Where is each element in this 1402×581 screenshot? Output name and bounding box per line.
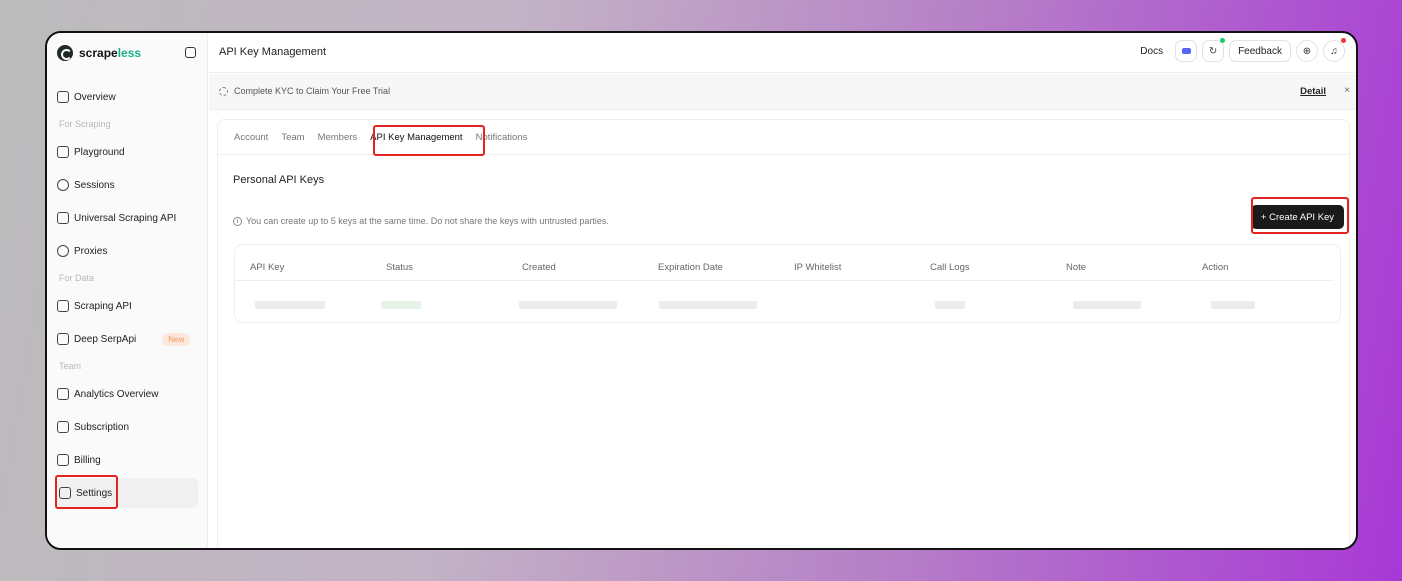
skeleton-note bbox=[1073, 301, 1141, 309]
tab-account[interactable]: Account bbox=[234, 132, 268, 143]
billing-icon bbox=[57, 454, 69, 466]
sidebar-item-label: Proxies bbox=[74, 245, 108, 257]
sidebar-item-label: Sessions bbox=[74, 179, 115, 191]
docs-link[interactable]: Docs bbox=[1140, 46, 1163, 57]
chart-icon bbox=[57, 388, 69, 400]
bell-icon: ♫ bbox=[1330, 45, 1338, 57]
sidebar-item-playground[interactable]: Playground bbox=[57, 141, 198, 163]
column-header: Created bbox=[522, 262, 556, 273]
brand-name: scrapeless bbox=[79, 46, 142, 60]
sidebar-item-label: Deep SerpApi bbox=[74, 333, 137, 345]
main-content: Account Team Members API Key Management … bbox=[217, 119, 1350, 548]
column-header: IP Whitelist bbox=[794, 262, 842, 273]
language-button[interactable]: ⊕ bbox=[1296, 40, 1318, 62]
logo[interactable]: scrapeless bbox=[57, 43, 198, 63]
sidebar: scrapeless Overview For Scraping Playgro… bbox=[47, 33, 208, 548]
section-for-scraping: For Scraping bbox=[59, 119, 111, 129]
skeleton-api-key bbox=[255, 301, 325, 309]
sidebar-collapse-icon[interactable] bbox=[185, 47, 196, 58]
kyc-banner: Complete KYC to Claim Your Free Trial De… bbox=[209, 74, 1356, 110]
scraping-api-icon bbox=[57, 300, 69, 312]
sidebar-item-scraping-api[interactable]: Scraping API bbox=[57, 295, 198, 317]
tab-members[interactable]: Members bbox=[318, 132, 358, 143]
column-header: Call Logs bbox=[930, 262, 970, 273]
top-bar: API Key Management Docs ↻ Feedback ⊕ ♫ bbox=[209, 33, 1356, 73]
app-window: scrapeless Overview For Scraping Playgro… bbox=[45, 31, 1358, 550]
close-icon[interactable]: × bbox=[1344, 85, 1350, 96]
column-header: Action bbox=[1202, 262, 1229, 273]
skeleton-status bbox=[381, 301, 421, 309]
badge-icon bbox=[219, 86, 228, 96]
section-team: Team bbox=[59, 361, 82, 371]
feedback-button[interactable]: Feedback bbox=[1229, 40, 1291, 62]
support-button[interactable]: ↻ bbox=[1202, 38, 1226, 62]
api-keys-table: API Key Status Created Expiration Date I… bbox=[234, 244, 1341, 323]
sidebar-item-subscription[interactable]: Subscription bbox=[57, 416, 198, 438]
sidebar-item-billing[interactable]: Billing bbox=[57, 449, 198, 471]
page-title: API Key Management bbox=[219, 46, 327, 58]
sidebar-item-label: Scraping API bbox=[74, 300, 132, 312]
info-message: i You can create up to 5 keys at the sam… bbox=[233, 216, 609, 226]
section-for-data: For Data bbox=[59, 273, 95, 283]
sidebar-item-analytics-overview[interactable]: Analytics Overview bbox=[57, 383, 198, 405]
sidebar-item-label: Playground bbox=[74, 146, 125, 158]
sidebar-item-sessions[interactable]: Sessions bbox=[57, 174, 198, 196]
skeleton-expiration bbox=[659, 301, 757, 309]
sidebar-item-label: Analytics Overview bbox=[74, 388, 159, 400]
online-indicator bbox=[1220, 38, 1226, 43]
subscription-icon bbox=[57, 421, 69, 433]
table-divider bbox=[235, 280, 1334, 281]
highlight-box-settings bbox=[55, 475, 118, 509]
skeleton-created bbox=[519, 301, 617, 309]
detail-link[interactable]: Detail bbox=[1300, 86, 1326, 97]
sidebar-item-label: Subscription bbox=[74, 421, 130, 433]
banner-text: Complete KYC to Claim Your Free Trial bbox=[234, 86, 391, 96]
sidebar-item-label: Billing bbox=[74, 454, 101, 466]
highlight-box-tab bbox=[373, 125, 485, 156]
support-icon: ↻ bbox=[1208, 45, 1218, 57]
top-actions: Docs ↻ Feedback ⊕ ♫ bbox=[1140, 38, 1350, 62]
info-icon: i bbox=[233, 216, 242, 226]
sidebar-item-label: Universal Scraping API bbox=[74, 212, 177, 224]
tab-team[interactable]: Team bbox=[281, 132, 304, 143]
column-header: Status bbox=[386, 262, 413, 273]
lock-icon bbox=[57, 212, 69, 224]
sidebar-item-label: Overview bbox=[74, 91, 116, 103]
highlight-box-create bbox=[1251, 197, 1349, 234]
monitor-icon bbox=[57, 91, 69, 103]
sidebar-item-universal-scraping-api[interactable]: Universal Scraping API bbox=[57, 207, 198, 229]
sidebar-item-proxies[interactable]: Proxies bbox=[57, 240, 198, 262]
playground-icon bbox=[57, 146, 69, 158]
scrapeless-logo-icon bbox=[57, 45, 73, 61]
sessions-icon bbox=[57, 179, 69, 191]
terminal-icon bbox=[57, 333, 69, 345]
discord-button[interactable] bbox=[1175, 40, 1198, 62]
column-header: Expiration Date bbox=[658, 262, 723, 273]
section-title: Personal API Keys bbox=[233, 174, 325, 186]
skeleton-call-logs bbox=[935, 301, 965, 309]
discord-icon bbox=[1181, 48, 1191, 54]
info-text: You can create up to 5 keys at the same … bbox=[246, 216, 609, 226]
notifications-button[interactable]: ♫ bbox=[1323, 38, 1346, 62]
notification-dot bbox=[1341, 38, 1346, 43]
globe-icon bbox=[57, 245, 69, 257]
skeleton-action bbox=[1211, 301, 1255, 309]
new-badge: New bbox=[162, 332, 191, 346]
globe-icon: ⊕ bbox=[1302, 45, 1312, 57]
banner-message: Complete KYC to Claim Your Free Trial bbox=[219, 86, 390, 96]
column-header: Note bbox=[1066, 262, 1087, 273]
column-header: API Key bbox=[250, 262, 285, 273]
sidebar-item-deep-serpapi[interactable]: Deep SerpApi New bbox=[57, 328, 198, 350]
sidebar-item-overview[interactable]: Overview bbox=[57, 86, 198, 108]
